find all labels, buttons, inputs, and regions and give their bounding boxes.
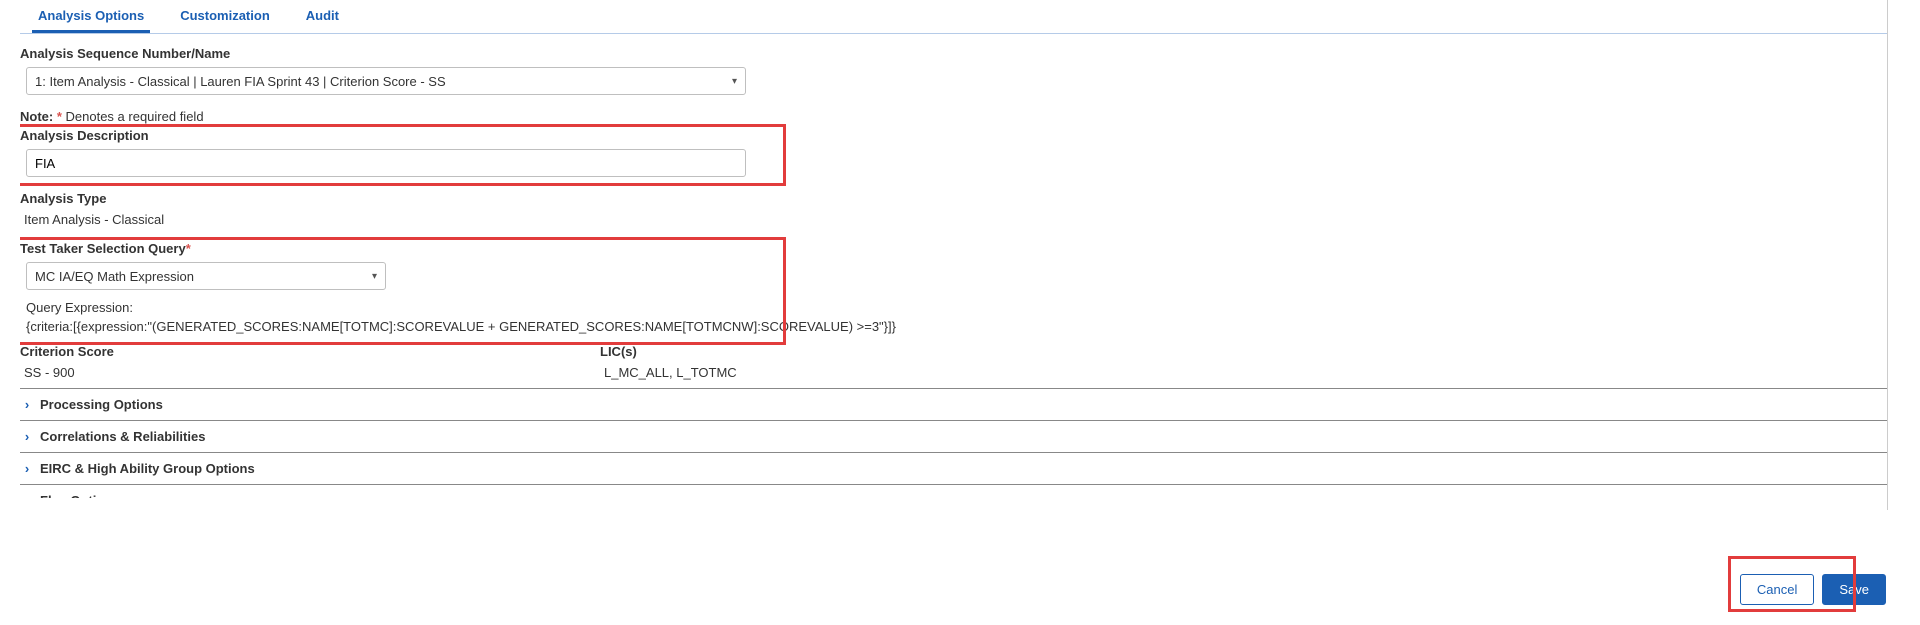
accordion-flag-options[interactable]: › Flag Options <box>20 485 1887 498</box>
caret-down-icon: ▾ <box>732 76 737 87</box>
test-taker-query-block: Test Taker Selection Query* MC IA/EQ Mat… <box>20 241 1887 334</box>
note-text: Denotes a required field <box>66 109 204 124</box>
chevron-right-icon: › <box>22 429 32 444</box>
analysis-type-label: Analysis Type <box>20 191 1887 206</box>
required-star-icon: * <box>186 241 191 256</box>
analysis-description-input[interactable] <box>26 149 746 177</box>
main-region: Analysis Options Customization Audit Ana… <box>20 0 1888 510</box>
accordion-correlations-label: Correlations & Reliabilities <box>40 429 205 444</box>
content-scroll[interactable]: Analysis Sequence Number/Name 1: Item An… <box>20 34 1887 498</box>
criterion-col: Criterion Score SS - 900 <box>20 344 180 380</box>
criterion-lic-row: Criterion Score SS - 900 LIC(s) L_MC_ALL… <box>20 344 1887 380</box>
query-expression-value: {criteria:[{expression:"(GENERATED_SCORE… <box>20 319 1887 334</box>
chevron-right-icon: › <box>22 461 32 476</box>
caret-down-icon: ▾ <box>372 271 377 282</box>
analysis-description-block: Analysis Description <box>20 128 1887 177</box>
accordion-processing-options[interactable]: › Processing Options <box>20 389 1887 421</box>
analysis-type-value: Item Analysis - Classical <box>20 212 1887 227</box>
lic-col: LIC(s) L_MC_ALL, L_TOTMC <box>600 344 760 380</box>
note-bold: Note: <box>20 109 53 124</box>
lic-value: L_MC_ALL, L_TOTMC <box>600 365 760 380</box>
app-wrap: Analysis Options Customization Audit Ana… <box>0 0 1920 625</box>
chevron-right-icon: › <box>22 493 32 498</box>
tab-strip: Analysis Options Customization Audit <box>20 0 1887 33</box>
sequence-dropdown-value: 1: Item Analysis - Classical | Lauren FI… <box>35 74 446 89</box>
action-bar: Cancel Save <box>1740 574 1886 605</box>
tab-audit[interactable]: Audit <box>288 0 357 33</box>
tt-query-dropdown-value: MC IA/EQ Math Expression <box>35 269 194 284</box>
test-taker-query-label: Test Taker Selection Query* <box>20 241 1887 256</box>
lic-label: LIC(s) <box>600 344 760 359</box>
cancel-button[interactable]: Cancel <box>1740 574 1814 605</box>
criterion-label: Criterion Score <box>20 344 180 359</box>
accordion-eirc-label: EIRC & High Ability Group Options <box>40 461 255 476</box>
accordion-eirc[interactable]: › EIRC & High Ability Group Options <box>20 453 1887 485</box>
analysis-type-block: Analysis Type Item Analysis - Classical <box>20 191 1887 227</box>
required-star-icon: * <box>57 109 66 124</box>
analysis-description-label: Analysis Description <box>20 128 1887 143</box>
chevron-right-icon: › <box>22 397 32 412</box>
query-expression-label: Query Expression: <box>20 300 1887 315</box>
save-button[interactable]: Save <box>1822 574 1886 605</box>
test-taker-query-dropdown[interactable]: MC IA/EQ Math Expression ▾ <box>26 262 386 290</box>
sequence-dropdown[interactable]: 1: Item Analysis - Classical | Lauren FI… <box>26 67 746 95</box>
sequence-label: Analysis Sequence Number/Name <box>20 46 1887 61</box>
sequence-block: Analysis Sequence Number/Name 1: Item An… <box>20 46 1887 95</box>
tab-customization[interactable]: Customization <box>162 0 288 33</box>
tab-analysis-options[interactable]: Analysis Options <box>20 0 162 33</box>
criterion-value: SS - 900 <box>20 365 180 380</box>
required-note: Note: * Denotes a required field <box>20 109 1887 124</box>
accordion-group: › Processing Options › Correlations & Re… <box>20 388 1887 498</box>
accordion-processing-label: Processing Options <box>40 397 163 412</box>
tt-query-label-text: Test Taker Selection Query <box>20 241 186 256</box>
accordion-correlations[interactable]: › Correlations & Reliabilities <box>20 421 1887 453</box>
accordion-flag-label: Flag Options <box>40 493 119 498</box>
